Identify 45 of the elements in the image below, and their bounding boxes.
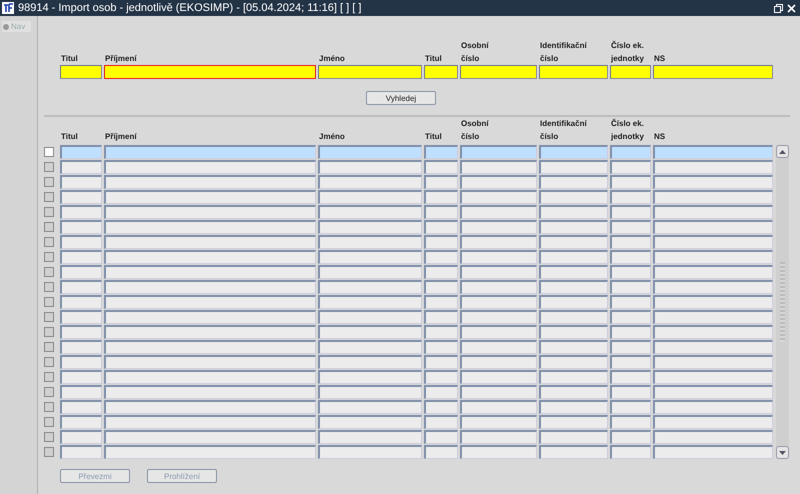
column-header: NS <box>653 53 666 65</box>
scroll-grip-icon <box>780 262 785 342</box>
column-header: Titul <box>60 131 79 143</box>
scroll-up-button[interactable] <box>776 145 789 158</box>
column-header: Osobní číslo <box>460 118 490 143</box>
window-title: 98914 - Import osob - jednotlivě (EKOSIMP) - [05.04.2024; 11:16] [ ] [ ] <box>18 2 362 14</box>
scroll-down-button[interactable] <box>776 446 789 459</box>
table-cell[interactable] <box>60 145 102 159</box>
input-field[interactable] <box>60 65 102 79</box>
column-header: NS <box>653 131 666 143</box>
scrollbar[interactable] <box>776 145 789 459</box>
table-cell[interactable] <box>653 145 773 159</box>
column-header: Jméno <box>318 53 346 65</box>
table-cell[interactable] <box>318 145 422 159</box>
app-logo-icon <box>2 2 14 14</box>
input-field[interactable] <box>610 65 651 79</box>
input-field[interactable] <box>104 65 316 79</box>
column-header: Příjmení <box>104 131 138 143</box>
nav-button[interactable]: Nav <box>2 21 31 32</box>
input-field[interactable] <box>653 65 773 79</box>
column-header: Identifikační číslo <box>539 118 588 143</box>
column-header: Číslo ek. jednotky <box>610 118 645 143</box>
row-checkbox[interactable] <box>44 147 54 157</box>
column-header: Identifikační číslo <box>539 40 588 65</box>
input-field[interactable] <box>539 65 608 79</box>
column-header: Jméno <box>318 131 346 143</box>
input-field[interactable] <box>318 65 422 79</box>
table-cell[interactable] <box>610 145 651 159</box>
column-header: Číslo ek. jednotky <box>610 40 645 65</box>
column-header: Příjmení <box>104 53 138 65</box>
search-button[interactable]: Vyhledej <box>366 91 436 105</box>
table-cell[interactable] <box>539 145 608 159</box>
caret-down-icon <box>779 450 786 454</box>
table-cell[interactable] <box>424 145 458 159</box>
table-cell[interactable] <box>460 145 537 159</box>
column-header: Osobní číslo <box>460 40 490 65</box>
close-icon[interactable] <box>787 4 796 12</box>
table-cell[interactable] <box>104 145 316 159</box>
input-field[interactable] <box>424 65 458 79</box>
input-field[interactable] <box>460 65 537 79</box>
restore-icon[interactable] <box>774 4 783 12</box>
caret-up-icon <box>779 150 786 154</box>
column-header: Titul <box>424 53 443 65</box>
column-header: Titul <box>60 53 79 65</box>
column-header: Titul <box>424 131 443 143</box>
